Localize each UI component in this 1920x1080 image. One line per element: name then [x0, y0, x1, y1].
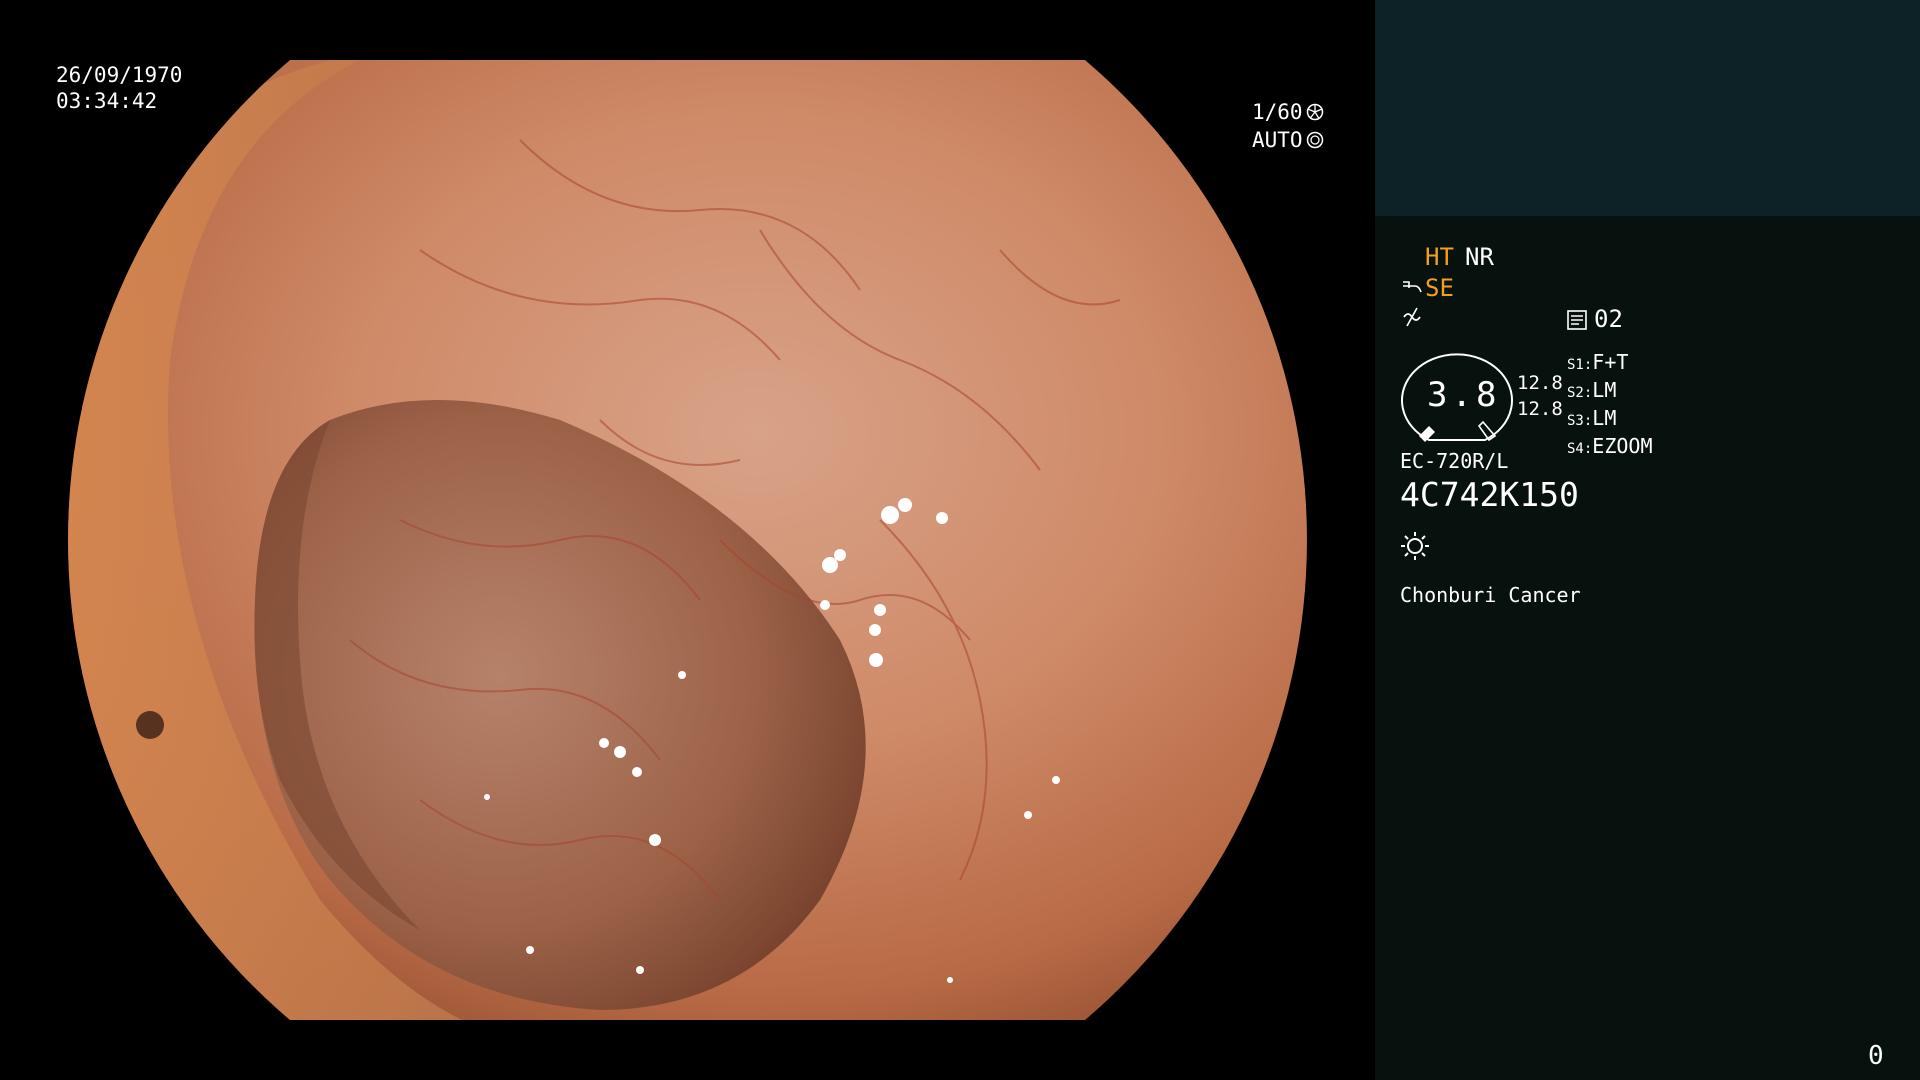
gauge-value: 3.8	[1427, 375, 1501, 415]
ht-indicator: HT	[1425, 243, 1454, 271]
image-counter: 0	[1868, 1041, 1884, 1071]
nr-indicator: NR	[1465, 243, 1494, 271]
shutter-icon	[1306, 103, 1323, 121]
gauge-reading-bottom: 12.8	[1517, 398, 1563, 420]
status-panel: HT NR SE 02 3.8 12.8 12.8 S1:F+T S2:LM S…	[1375, 0, 1920, 1080]
institution-name: Chonburi Cancer	[1400, 583, 1581, 607]
scope-serial: 4C742K150	[1400, 475, 1579, 514]
scope-model: EC-720R/L	[1400, 449, 1509, 473]
structure-enhance-icon	[1403, 281, 1422, 293]
se-indicator: SE	[1425, 274, 1454, 302]
endoscope-view-pane: 26/09/1970 03:34:42 1/60 AUTO	[0, 0, 1375, 1080]
light-source-icon	[1401, 532, 1429, 560]
iris-value: AUTO	[1252, 128, 1303, 152]
switch-row-s4: S4:EZOOM	[1567, 434, 1653, 458]
memory-card-icon	[1567, 310, 1587, 330]
shutter-readout: 1/60	[1252, 99, 1324, 125]
scope-switch-list: S1:F+T S2:LM S3:LM S4:EZOOM	[1567, 350, 1653, 462]
exam-date: 26/09/1970	[56, 63, 183, 87]
panel-header-area	[1375, 0, 1920, 216]
switch-row-s2: S2:LM	[1567, 378, 1617, 402]
shutter-value: 1/60	[1252, 100, 1303, 124]
endoscopic-image	[68, 60, 1307, 1020]
switch-row-s3: S3:LM	[1567, 406, 1617, 430]
iris-readout: AUTO	[1252, 127, 1324, 153]
memory-count: 02	[1594, 305, 1623, 333]
gauge-reading-top: 12.8	[1517, 372, 1563, 394]
color-mode-icon	[1403, 307, 1421, 327]
switch-row-s1: S1:F+T	[1567, 350, 1629, 374]
iris-icon	[1306, 131, 1323, 149]
exam-time: 03:34:42	[56, 89, 158, 113]
